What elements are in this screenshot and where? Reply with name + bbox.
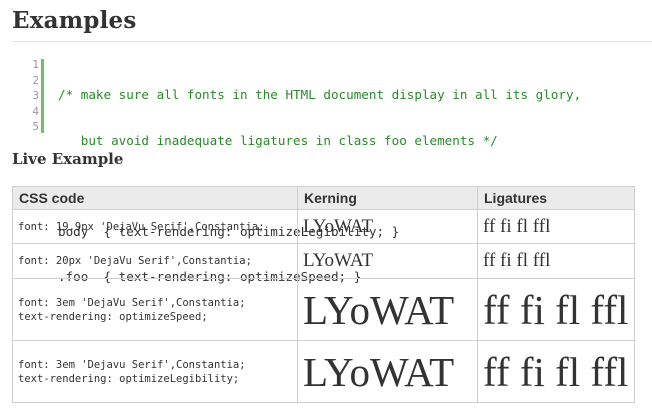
table-row: font: 19.9px 'DejaVu Serif',Constantia; … <box>12 209 635 244</box>
line-number: 5 <box>32 120 39 133</box>
table-row: font: 3em 'DejaVu Serif',Constantia; tex… <box>12 278 635 341</box>
css-code-cell: font: 3em 'DejaVu Serif',Constantia; tex… <box>12 278 298 341</box>
kerning-sample: LYoWAT <box>297 278 478 341</box>
css-code-cell: font: 19.9px 'DejaVu Serif',Constantia; <box>12 209 298 244</box>
kerning-sample: LYoWAT <box>297 340 478 403</box>
column-header-css-code: CSS code <box>12 186 298 210</box>
table-row: font: 20px 'DejaVu Serif',Constantia; LY… <box>12 243 635 279</box>
ligature-sample: ff fi fl ffl <box>477 243 635 279</box>
css-code-cell: font: 3em 'Dejavu Serif',Constantia; tex… <box>12 340 298 403</box>
title-divider <box>12 41 652 42</box>
code-block: 1 2 3 4 5 /* make sure all fonts in the … <box>12 57 632 284</box>
line-number: 2 <box>32 73 39 87</box>
code-line: /* make sure all fonts in the HTML docum… <box>58 87 582 102</box>
kerning-sample: LYoWAT <box>297 243 478 279</box>
ligature-sample: ff fi fl ffl <box>477 278 635 341</box>
line-number: 4 <box>32 104 39 118</box>
line-number-gutter: 1 2 3 4 5 <box>12 57 39 135</box>
code-line: but avoid inadequate ligatures in class … <box>58 132 498 148</box>
column-header-kerning: Kerning <box>297 186 478 210</box>
column-header-ligatures: Ligatures <box>477 186 635 210</box>
kerning-sample: LYoWAT <box>297 209 478 244</box>
ligature-sample: ff fi fl ffl <box>477 340 635 403</box>
css-code-cell: font: 20px 'DejaVu Serif',Constantia; <box>12 243 298 279</box>
page-title: Examples <box>12 7 137 34</box>
line-number: 1 <box>32 58 39 71</box>
example-table: CSS code Kerning Ligatures font: 19.9px … <box>12 186 635 403</box>
ligature-sample: ff fi fl ffl <box>477 209 635 244</box>
table-row: font: 3em 'Dejavu Serif',Constantia; tex… <box>12 340 635 403</box>
gutter-highlight-bar <box>41 59 44 133</box>
live-example-heading: Live Example <box>12 150 124 168</box>
table-header-row: CSS code Kerning Ligatures <box>12 186 635 210</box>
line-number: 3 <box>32 89 39 102</box>
